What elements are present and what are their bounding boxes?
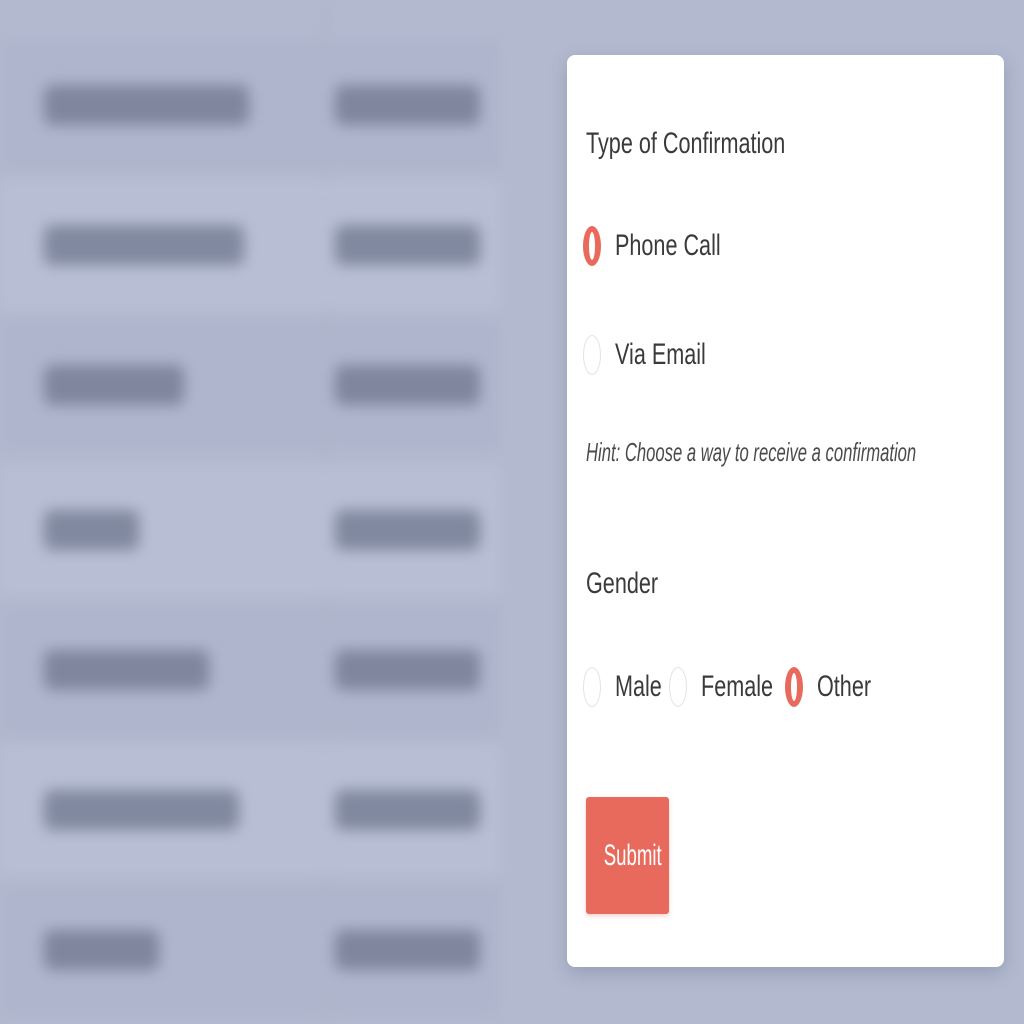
radio-label-phone-call: Phone Call xyxy=(615,229,721,262)
background-cell xyxy=(44,510,139,550)
background-cell xyxy=(44,650,209,690)
radio-button-checked[interactable] xyxy=(583,226,601,266)
radio-option-female[interactable]: Female xyxy=(669,667,781,707)
background-cell xyxy=(44,930,159,970)
radio-option-male[interactable]: Male xyxy=(583,667,665,707)
background-cell xyxy=(335,650,480,690)
background-row xyxy=(0,885,500,1015)
background-cell xyxy=(335,510,480,550)
background-row xyxy=(0,40,500,170)
radio-label-via-email: Via Email xyxy=(615,338,706,371)
background-cell xyxy=(335,85,480,125)
submit-button-label: Submit xyxy=(603,838,662,872)
background-cell xyxy=(44,365,184,405)
radio-button-unchecked[interactable] xyxy=(669,667,687,707)
background-row xyxy=(0,465,500,595)
radio-option-via-email[interactable]: Via Email xyxy=(583,335,741,375)
background-row xyxy=(0,605,500,735)
background-cell xyxy=(44,790,239,830)
radio-option-phone-call[interactable]: Phone Call xyxy=(583,226,762,266)
submit-button[interactable]: Submit xyxy=(586,797,669,914)
gender-radio-group: Male Female Other xyxy=(583,667,896,707)
gender-label: Gender xyxy=(586,567,659,600)
confirmation-hint-text: Hint: Choose a way to receive a confirma… xyxy=(586,437,917,467)
background-cell xyxy=(335,790,480,830)
background-row xyxy=(0,180,500,310)
radio-option-other[interactable]: Other xyxy=(785,667,892,707)
radio-button-checked[interactable] xyxy=(785,667,803,707)
radio-button-unchecked[interactable] xyxy=(583,335,601,375)
background-cell xyxy=(44,225,244,265)
background-cell xyxy=(335,930,480,970)
radio-label-other: Other xyxy=(817,670,872,703)
radio-label-female: Female xyxy=(701,670,774,703)
background-cell xyxy=(44,85,249,125)
background-row xyxy=(0,745,500,875)
background-cell xyxy=(335,365,480,405)
background-row xyxy=(0,320,500,450)
confirmation-type-label: Type of Confirmation xyxy=(586,127,786,160)
radio-button-unchecked[interactable] xyxy=(583,667,601,707)
form-card: Type of Confirmation Phone Call Via Emai… xyxy=(567,55,1004,967)
radio-label-male: Male xyxy=(615,670,662,703)
background-table xyxy=(0,0,560,1024)
background-cell xyxy=(335,225,480,265)
